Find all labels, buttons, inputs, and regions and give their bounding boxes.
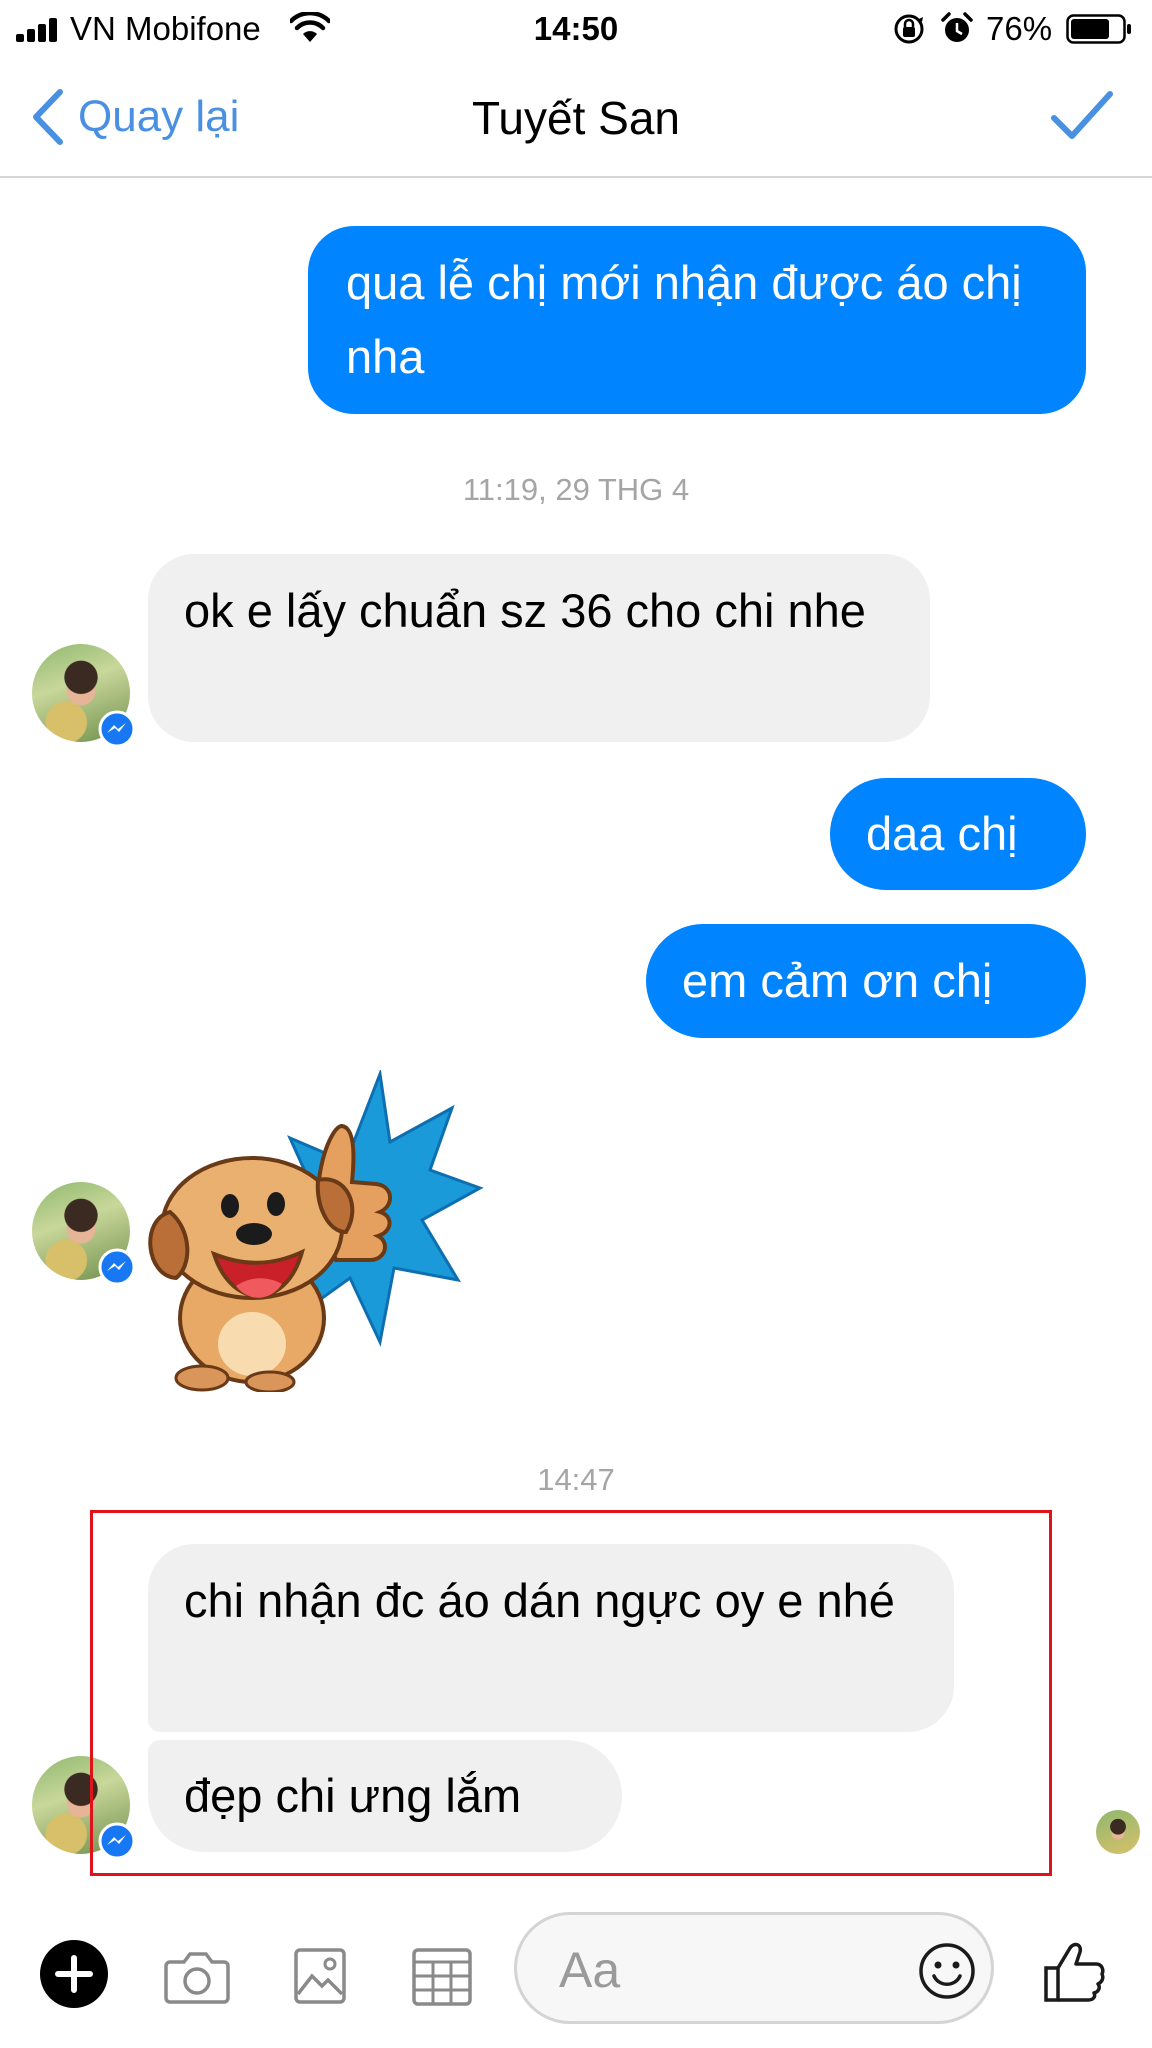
message-text: em cảm ơn chị [682, 954, 993, 1007]
message-input[interactable] [557, 1939, 891, 2001]
plus-icon [55, 1955, 93, 1993]
alarm-icon [941, 12, 973, 42]
message-text: ok e lấy chuẩn sz 36 cho chi nhe [184, 584, 866, 637]
messenger-badge-icon [98, 1822, 136, 1860]
message-text: daa chị [866, 807, 1018, 860]
conversation-title: Tuyết San [472, 92, 680, 144]
messenger-badge-icon [98, 710, 136, 748]
checkmark-icon[interactable] [1050, 88, 1114, 144]
message-text: đẹp chi ưng lắm [184, 1769, 522, 1822]
message-timestamp: 14:47 [537, 1462, 615, 1497]
contact-avatar[interactable] [32, 1182, 136, 1286]
navigation-bar: Quay lại Tuyết San [0, 58, 1152, 178]
status-bar: VN Mobifone 14:50 76% [0, 0, 1152, 58]
camera-icon[interactable] [164, 1948, 230, 2004]
outgoing-message[interactable]: qua lễ chị mới nhận được áo chị nha [308, 226, 1086, 414]
status-time: 14:50 [533, 10, 619, 47]
messenger-badge-icon [98, 1248, 136, 1286]
like-icon[interactable] [1044, 1940, 1106, 2004]
thumbs-up-dog-sticker[interactable] [140, 1070, 486, 1392]
outgoing-message[interactable]: em cảm ơn chị [646, 924, 1086, 1038]
grid-icon[interactable] [412, 1948, 472, 2006]
battery-icon [1066, 14, 1131, 44]
battery-percent: 76% [986, 10, 1053, 47]
message-text: chi nhận đc áo dán ngực oy e nhé [184, 1574, 895, 1627]
contact-avatar[interactable] [32, 1756, 136, 1860]
message-text: qua lễ chị mới nhận được áo chị nha [346, 256, 1022, 383]
message-composer [514, 1912, 994, 2024]
emoji-icon[interactable] [917, 1941, 977, 2001]
plus-button[interactable] [40, 1940, 108, 2008]
incoming-message[interactable]: ok e lấy chuẩn sz 36 cho chi nhe [148, 554, 930, 742]
incoming-message[interactable]: đẹp chi ưng lắm [148, 1740, 622, 1852]
image-icon[interactable] [294, 1948, 346, 2004]
contact-avatar[interactable] [32, 644, 136, 748]
incoming-message[interactable]: chi nhận đc áo dán ngực oy e nhé [148, 1544, 954, 1732]
seen-receipt-avatar [1096, 1810, 1140, 1854]
message-timestamp: 11:19, 29 THG 4 [462, 472, 690, 507]
outgoing-message[interactable]: daa chị [830, 778, 1086, 890]
rotation-lock-icon [894, 14, 924, 44]
